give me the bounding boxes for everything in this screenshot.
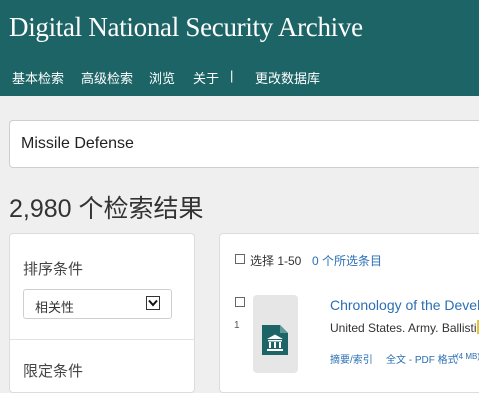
sidebar-divider (10, 339, 194, 340)
sort-title: 排序条件 (23, 261, 84, 278)
app-header: Digital National Security Archive 基本检索 高… (0, 0, 479, 96)
fulltext-pdf-link[interactable]: 全文 - PDF 格式 (386, 351, 458, 366)
nav-change-database[interactable]: 更改数据库 (255, 68, 320, 87)
results-panel: 选择 1-50 0 个所选条目 1 Chronology of the Deve… (219, 233, 479, 393)
document-building-icon (262, 325, 288, 355)
abstract-index-link[interactable]: 摘要/索引 (330, 351, 373, 366)
search-input[interactable]: Missile Defense (9, 120, 479, 168)
file-size: (4 MB) (456, 352, 479, 361)
item-number: 1 (234, 320, 240, 331)
filter-title: 限定条件 (23, 363, 84, 380)
document-thumbnail[interactable] (253, 295, 298, 373)
nav-basic-search[interactable]: 基本检索 (12, 68, 64, 87)
selected-items-link[interactable]: 0 个所选条目 (312, 252, 382, 269)
item-title-link[interactable]: Chronology of the Develop (330, 297, 479, 313)
item-checkbox[interactable] (235, 297, 245, 307)
sort-select[interactable]: 相关性 (23, 289, 172, 319)
sidebar-panel: 排序条件 相关性 限定条件 (9, 233, 195, 393)
nav-browse[interactable]: 浏览 (149, 68, 175, 87)
select-all-checkbox[interactable] (235, 254, 245, 264)
chevron-down-icon[interactable] (146, 296, 160, 310)
nav-advanced-search[interactable]: 高级检索 (81, 68, 133, 87)
select-range-label[interactable]: 选择 1-50 (250, 252, 301, 269)
sort-select-value[interactable]: 相关性 (35, 297, 74, 316)
app-title[interactable]: Digital National Security Archive (9, 12, 363, 43)
nav-about[interactable]: 关于 (193, 68, 219, 87)
nav-separator: | (230, 68, 234, 83)
result-count: 2,980 个检索结果 (9, 195, 204, 223)
search-input-value[interactable]: Missile Defense (21, 135, 134, 153)
item-subtitle: United States. Army. Ballistic (330, 321, 479, 335)
